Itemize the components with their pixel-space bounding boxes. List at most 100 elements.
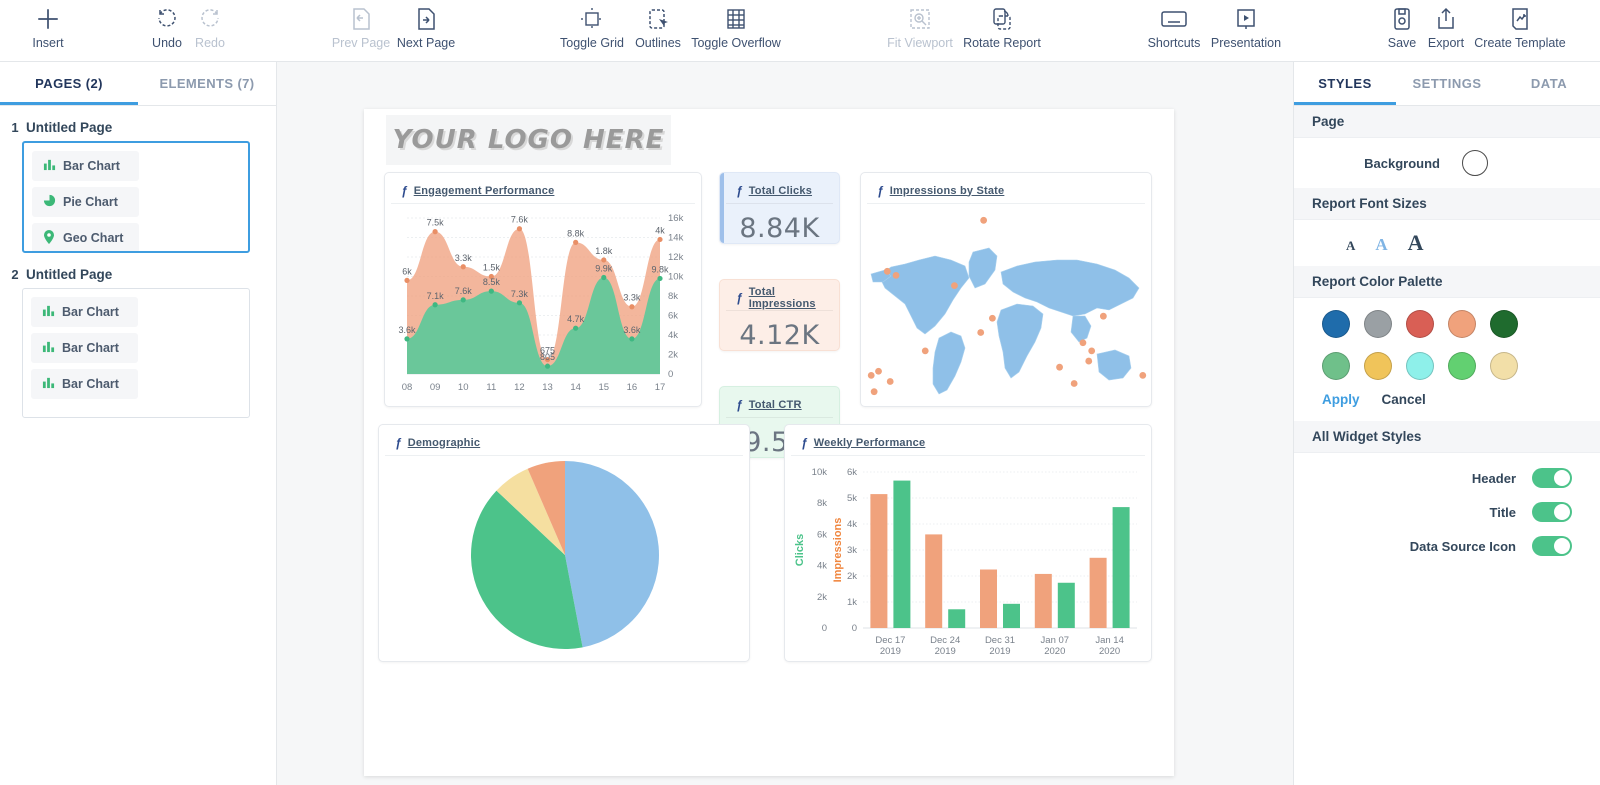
toolbar-next-page-button[interactable]: Next Page	[378, 2, 474, 50]
font-size-medium[interactable]: A	[1375, 235, 1387, 255]
report-page[interactable]: YOUR LOGO HERE ƒ Engagement Performance …	[364, 109, 1174, 776]
logo-placeholder[interactable]: YOUR LOGO HERE	[386, 115, 671, 165]
font-size-large[interactable]: A	[1408, 230, 1424, 256]
widget-total-clicks[interactable]: ƒ Total Clicks 8.84K CLICKS	[719, 172, 840, 244]
left-sidebar: PAGES (2) ELEMENTS (7) 1 Untitled Page B…	[0, 62, 277, 785]
page-2-title[interactable]: Untitled Page	[26, 267, 112, 282]
toolbar-create-template-button[interactable]: Create Template	[1472, 2, 1568, 50]
palette-color-1[interactable]	[1322, 310, 1350, 338]
toggle-overflow-icon	[688, 2, 784, 34]
widget-title: Engagement Performance	[413, 184, 555, 197]
palette-color-9[interactable]	[1448, 352, 1476, 380]
toolbar-toggle-overflow-button[interactable]: Toggle Overflow	[688, 2, 784, 50]
svg-text:0: 0	[822, 623, 827, 634]
svg-text:Dec 24: Dec 24	[930, 635, 960, 646]
toolbar-next-page-label: Next Page	[396, 36, 456, 50]
toggle-header[interactable]	[1532, 468, 1572, 488]
toggle-data-source-icon[interactable]	[1532, 536, 1572, 556]
svg-text:6k: 6k	[402, 266, 412, 276]
svg-text:4k: 4k	[668, 330, 678, 341]
top-toolbar: Insert Undo Redo Prev Page Next Page Toggle G…	[0, 0, 1600, 62]
toolbar-create-template-label: Create Template	[1474, 36, 1566, 50]
background-color-swatch[interactable]	[1462, 150, 1488, 176]
widget-title: Total CTR	[748, 398, 802, 411]
font-size-options: A A A	[1294, 220, 1600, 266]
font-size-small[interactable]: A	[1346, 238, 1355, 254]
toolbar-insert-button[interactable]: Insert	[0, 2, 96, 50]
page-2-element-list[interactable]: Bar Chart Bar Chart Bar Chart	[22, 288, 250, 418]
svg-text:3.6k: 3.6k	[623, 325, 641, 335]
palette-color-4[interactable]	[1448, 310, 1476, 338]
page-1-title[interactable]: Untitled Page	[26, 120, 112, 135]
plus-icon	[0, 2, 96, 34]
widget-weekly-performance[interactable]: ƒ Weekly Performance 0 2k 4k 6k 8k 10k 0 1k 2k 3…	[784, 424, 1152, 662]
section-page: Page	[1294, 106, 1600, 138]
page-1-element-list[interactable]: Bar ChartPie ChartGeo ChartLine ChartBig…	[22, 141, 250, 253]
svg-text:Jan 07: Jan 07	[1041, 635, 1070, 646]
widget-impressions-by-state[interactable]: ƒ Impressions by State	[860, 172, 1152, 407]
svg-text:4k: 4k	[847, 519, 857, 530]
y-axis-right-labels: 0 1k 2k 3k 4k 5k 6k	[847, 467, 857, 634]
f-data-source-icon: ƒ	[736, 290, 743, 305]
svg-text:13: 13	[542, 382, 553, 393]
toolbar-rotate-report-label: Rotate Report	[963, 36, 1041, 50]
tab-styles[interactable]: STYLES	[1294, 62, 1396, 105]
bar-chart-icon	[42, 158, 56, 174]
element-chip-pie-chart[interactable]: Pie Chart	[32, 187, 139, 217]
cancel-button[interactable]: Cancel	[1382, 392, 1426, 407]
svg-text:Clicks: Clicks	[794, 534, 806, 566]
palette-color-8[interactable]	[1406, 352, 1434, 380]
palette-color-6[interactable]	[1322, 352, 1350, 380]
svg-text:1k: 1k	[847, 597, 857, 608]
palette-color-5[interactable]	[1490, 310, 1518, 338]
element-chip-bar-chart[interactable]: Bar Chart	[31, 297, 138, 327]
palette-color-3[interactable]	[1406, 310, 1434, 338]
tab-elements[interactable]: ELEMENTS (7)	[138, 62, 276, 105]
svg-text:10k: 10k	[812, 467, 828, 478]
page-entry-2: 2 Untitled Page Bar Chart Bar Chart Bar Ch…	[0, 267, 276, 418]
svg-text:7.1k: 7.1k	[427, 291, 445, 301]
tab-data[interactable]: DATA	[1498, 62, 1600, 105]
svg-text:12: 12	[514, 382, 525, 393]
bar-chart-svg: 02k4k6k8k10k 01k2k3k4k5k6k Dec 172019Dec…	[794, 467, 1137, 657]
svg-text:8.5k: 8.5k	[483, 277, 501, 287]
palette-color-10[interactable]	[1490, 352, 1518, 380]
right-panel-tabs: STYLES SETTINGS DATA	[1294, 62, 1600, 106]
palette-color-7[interactable]	[1364, 352, 1392, 380]
palette-color-2[interactable]	[1364, 310, 1392, 338]
apply-button[interactable]: Apply	[1322, 392, 1360, 407]
widget-engagement-performance[interactable]: ƒ Engagement Performance 0 2k 4k 6k 8k 10k 12k…	[384, 172, 702, 407]
page-2-number: 2	[11, 267, 19, 282]
svg-text:3.3k: 3.3k	[455, 253, 473, 263]
widget-total-impressions[interactable]: ƒ Total Impressions 4.12K IMPRESSIONS	[719, 279, 840, 351]
svg-text:5k: 5k	[847, 493, 857, 504]
svg-text:8.8k: 8.8k	[567, 228, 585, 238]
y-axis-labels: 0 2k 4k 6k 8k 10k 12k 14k 16k	[668, 213, 684, 380]
page-entry-1: 1 Untitled Page Bar Chart Pie Chart Geo Ch…	[0, 120, 276, 253]
svg-text:3k: 3k	[847, 545, 857, 556]
map-landmasses	[870, 247, 1140, 395]
svg-text:7.6k: 7.6k	[511, 215, 529, 225]
toggle-knob	[1554, 470, 1570, 486]
tab-settings[interactable]: SETTINGS	[1396, 62, 1498, 105]
toggle-title[interactable]	[1532, 502, 1572, 522]
widget-demographic[interactable]: ƒ Demographic	[378, 424, 750, 662]
element-chip-geo-chart[interactable]: Geo Chart	[32, 223, 139, 251]
svg-text:2k: 2k	[817, 592, 827, 603]
report-canvas[interactable]: YOUR LOGO HERE ƒ Engagement Performance …	[277, 62, 1293, 785]
element-chip-bar-chart[interactable]: Bar Chart	[31, 333, 138, 363]
tab-pages[interactable]: PAGES (2)	[0, 62, 138, 105]
element-chip-bar-chart[interactable]: Bar Chart	[31, 369, 138, 399]
app-root: Insert Undo Redo Prev Page Next Page Toggle G…	[0, 0, 1600, 785]
svg-text:Jan 14: Jan 14	[1095, 635, 1124, 646]
bar-chart-body: 0 2k 4k 6k 8k 10k 0 1k 2k 3k 4k 5k 6k Dec 17 2019 Dec…	[785, 456, 1151, 661]
toolbar-presentation-button[interactable]: Presentation	[1198, 2, 1294, 50]
section-report-font-sizes: Report Font Sizes	[1294, 188, 1600, 220]
svg-text:4k: 4k	[817, 561, 827, 572]
color-palette[interactable]	[1294, 298, 1544, 386]
toggle-label: Header	[1471, 470, 1516, 486]
svg-text:4.7k: 4.7k	[567, 314, 585, 324]
toolbar-rotate-report-button[interactable]: Rotate Report	[954, 2, 1050, 50]
pie-slices	[471, 461, 659, 649]
element-chip-bar-chart[interactable]: Bar Chart	[32, 151, 139, 181]
